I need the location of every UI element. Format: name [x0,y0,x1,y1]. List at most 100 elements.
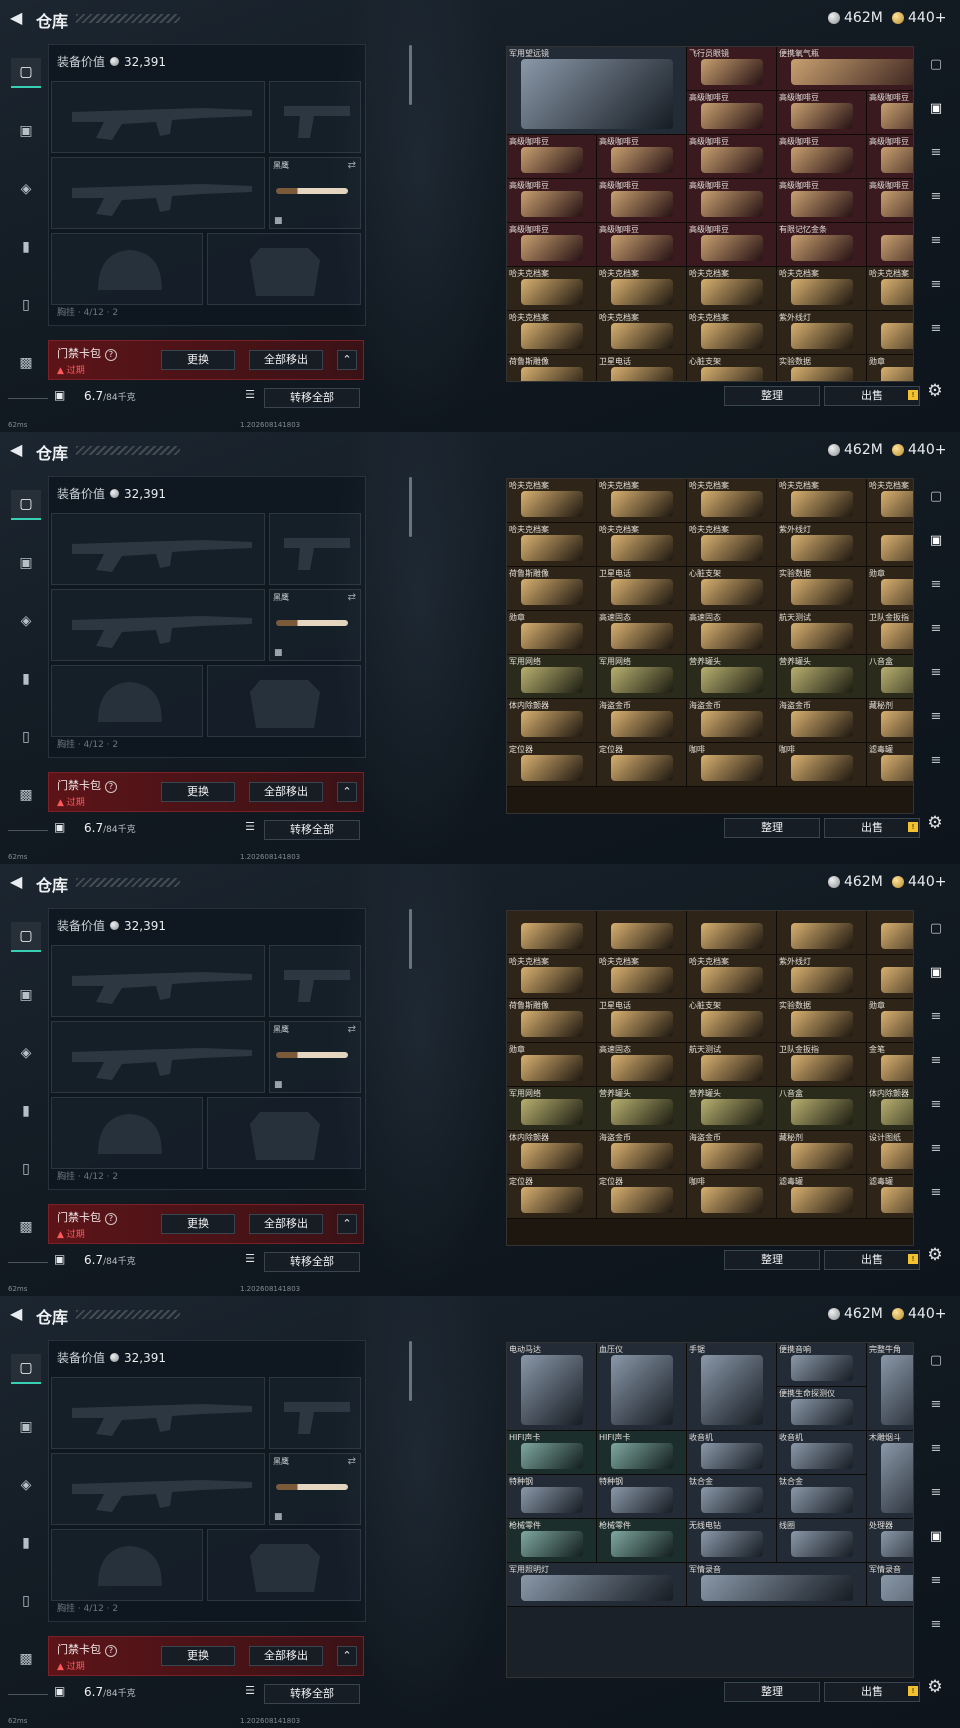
case-tab-icon[interactable]: ▯ [11,290,41,320]
storage-1-icon[interactable]: ≡ [924,1004,948,1028]
inventory-item[interactable]: 有限记忆金条 [777,223,867,267]
help-icon[interactable]: ? [105,1213,117,1225]
inventory-item[interactable] [777,911,867,955]
inventory-item[interactable]: 藏秘剂 [867,699,913,743]
swap-button[interactable]: 更换 [161,1214,235,1234]
inventory-item[interactable]: 荷鲁斯雕像 [507,355,597,381]
inventory-item[interactable]: 海盗金币 [597,1131,687,1175]
inventory-item[interactable]: 航天测试 [687,1043,777,1087]
inventory-item[interactable]: 勋章 [867,567,913,611]
equipment-scrollbar[interactable] [409,477,412,537]
pistol-tab-icon[interactable]: ▢ [11,922,41,952]
armor-tab-icon[interactable]: ◈ [11,1470,41,1500]
inventory-item[interactable]: 卫星电话 [597,567,687,611]
storage-1-icon[interactable]: ≡ [924,140,948,164]
inventory-item[interactable]: 定位器 [597,743,687,787]
storage-5-icon[interactable]: ≡ [924,748,948,772]
inventory-item[interactable]: 哈夫克档案 [597,955,687,999]
storage-2-icon[interactable]: ≡ [924,184,948,208]
inventory-item[interactable]: 便携氧气瓶 [777,47,913,91]
sort-button[interactable]: 整理 [724,1682,820,1702]
inventory-item[interactable]: 哈夫克档案 [777,267,867,311]
briefcase-tab-icon[interactable]: ▩ [11,1212,41,1242]
helmet-slot[interactable] [51,1529,203,1601]
vest-tab-icon[interactable]: ▣ [11,116,41,146]
gold-currency[interactable]: 440+ [892,10,946,26]
swap-icon[interactable]: ⇄ [348,1456,356,1467]
inventory-item[interactable]: 勋章 [867,355,913,381]
inventory-item[interactable]: 哈夫克档案 [507,479,597,523]
case-icon[interactable]: ▢ [924,1348,948,1372]
inventory-item[interactable]: HIFI声卡 [597,1431,687,1475]
box-icon[interactable]: ▣ [924,960,948,984]
inventory-item[interactable]: 无线电钻 [687,1519,777,1563]
inventory-item[interactable]: 勋章 [507,1043,597,1087]
pistol-tab-icon[interactable]: ▢ [11,490,41,520]
inventory-item[interactable]: 特种钢 [507,1475,597,1519]
storage-2-icon[interactable]: ≡ [924,616,948,640]
storage-3-icon[interactable]: ≡ [924,1092,948,1116]
pistol-slot[interactable] [269,945,361,1017]
inventory-item[interactable]: 高级咖啡豆 [507,135,597,179]
equipment-scrollbar[interactable] [409,909,412,969]
inventory-item[interactable]: 哈夫克档案 [867,267,913,311]
secondary-weapon-slot[interactable] [51,1021,265,1093]
sort-button[interactable]: 整理 [724,386,820,406]
body-armor-slot[interactable] [207,665,361,737]
inventory-item[interactable]: 高级咖啡豆 [777,179,867,223]
inventory-item[interactable]: 钛合金 [777,1475,867,1519]
box-icon[interactable]: ≡ [924,1392,948,1416]
inventory-item[interactable]: 心脏支架 [687,999,777,1043]
storage-4-icon[interactable]: ≡ [924,704,948,728]
primary-weapon-slot[interactable] [51,945,265,1017]
sort-button[interactable]: 整理 [724,1250,820,1270]
inventory-item[interactable] [867,523,913,567]
transfer-all-button[interactable]: 转移全部 [264,820,360,840]
inventory-item[interactable]: 滤毒罐 [777,1175,867,1219]
sell-button[interactable]: 出售 [824,1682,920,1702]
primary-weapon-slot[interactable] [51,1377,265,1449]
inventory-item[interactable]: 高级咖啡豆 [687,179,777,223]
inventory-item[interactable]: 军用望远镜 [507,47,687,135]
inventory-item[interactable]: 哈夫克档案 [777,479,867,523]
helmet-slot[interactable] [51,233,203,305]
inventory-item[interactable]: 高级咖啡豆 [687,223,777,267]
gold-currency[interactable]: 440+ [892,442,946,458]
sort-button[interactable]: 整理 [724,818,820,838]
helmet-slot[interactable] [51,1097,203,1169]
inventory-item[interactable]: 高速固态 [687,611,777,655]
inventory-item[interactable]: 营养罐头 [597,1087,687,1131]
inventory-item[interactable]: 卫星电话 [597,355,687,381]
sell-button[interactable]: 出售 [824,1250,920,1270]
inventory-item[interactable]: 八音盒 [777,1087,867,1131]
pistol-slot[interactable] [269,81,361,153]
inventory-item[interactable] [687,911,777,955]
briefcase-tab-icon[interactable]: ▩ [11,780,41,810]
inventory-item[interactable]: 高级咖啡豆 [867,135,913,179]
pistol-tab-icon[interactable]: ▢ [11,1354,41,1384]
inventory-item[interactable]: 军用照明灯 [507,1563,687,1607]
inventory-item[interactable]: 八音盒 [867,655,913,699]
inventory-item[interactable]: 实验数据 [777,999,867,1043]
storage-4-icon[interactable]: ≡ [924,1136,948,1160]
transfer-all-button[interactable]: 转移全部 [264,1684,360,1704]
armor-tab-icon[interactable]: ◈ [11,606,41,636]
inventory-item[interactable]: 高级咖啡豆 [687,135,777,179]
inventory-item[interactable]: 电动马达 [507,1343,597,1431]
secondary-weapon-slot[interactable] [51,1453,265,1525]
inventory-item[interactable]: 特种钢 [597,1475,687,1519]
inventory-item[interactable]: 哈夫克档案 [507,955,597,999]
box-icon[interactable]: ▣ [924,96,948,120]
inventory-item[interactable]: 营养罐头 [687,1087,777,1131]
primary-weapon-slot[interactable] [51,81,265,153]
inventory-item[interactable]: 航天测试 [777,611,867,655]
inventory-item[interactable]: 高级咖啡豆 [597,223,687,267]
storage-3-icon[interactable]: ▣ [924,1524,948,1548]
melee-slot[interactable]: 黑鹰 ⇄ ■ [269,589,361,661]
secondary-weapon-slot[interactable] [51,589,265,661]
inventory-item[interactable]: 哈夫克档案 [687,311,777,355]
back-icon[interactable]: ◀ [10,9,28,27]
storage-5-icon[interactable]: ≡ [924,1612,948,1636]
help-icon[interactable]: ? [105,349,117,361]
inventory-item[interactable]: 哈夫克档案 [687,267,777,311]
